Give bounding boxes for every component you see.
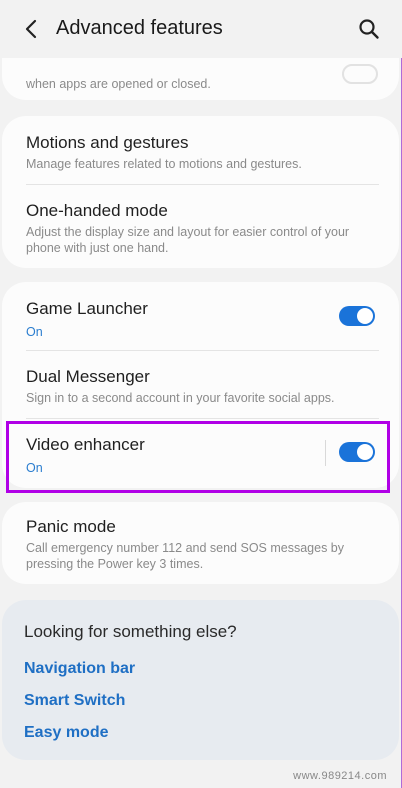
game-launcher-toggle[interactable] (339, 306, 375, 326)
divider (26, 184, 379, 185)
status-text: On (26, 325, 43, 339)
page-title: Advanced features (56, 17, 223, 39)
item-desc: Call emergency number 112 and send SOS m… (26, 541, 344, 571)
search-icon[interactable] (358, 18, 380, 40)
list-item-one-handed[interactable]: One-handed mode Adjust the display size … (26, 200, 375, 256)
toggle-knob (357, 308, 373, 324)
partial-setting-item[interactable]: when apps are opened or closed. (26, 74, 375, 92)
item-title: Motions and gestures (26, 133, 189, 152)
list-item-motions[interactable]: Motions and gestures Manage features rel… (26, 132, 375, 172)
suggestions-title: Looking for something else? (24, 622, 237, 641)
list-item-game-launcher[interactable]: Game Launcher On (26, 298, 319, 340)
watermark: www.989214.com (293, 770, 387, 782)
link-navigation-bar[interactable]: Navigation bar (24, 660, 135, 678)
item-title: Panic mode (26, 517, 116, 536)
back-arrow-icon[interactable] (20, 18, 44, 40)
settings-card-panic: Panic mode Call emergency number 112 and… (2, 502, 399, 584)
item-desc: Manage features related to motions and g… (26, 157, 302, 171)
item-title: Game Launcher (26, 299, 148, 318)
settings-card-gestures: Motions and gestures Manage features rel… (2, 116, 399, 268)
item-desc: Sign in to a second account in your favo… (26, 391, 335, 405)
link-easy-mode[interactable]: Easy mode (24, 724, 108, 742)
partial-toggle[interactable] (342, 64, 378, 84)
list-item-dual-messenger[interactable]: Dual Messenger Sign in to a second accou… (26, 366, 375, 406)
app-bar: Advanced features (0, 0, 402, 58)
item-title: One-handed mode (26, 201, 168, 220)
item-desc: Adjust the display size and layout for e… (26, 225, 350, 255)
list-item-panic-mode[interactable]: Panic mode Call emergency number 112 and… (26, 516, 375, 572)
divider (26, 418, 379, 419)
highlight-box (6, 421, 390, 493)
suggestions-card: Looking for something else? Navigation b… (2, 600, 399, 760)
partial-setting-desc: when apps are opened or closed. (26, 77, 211, 91)
divider (26, 350, 379, 351)
item-title: Dual Messenger (26, 367, 150, 386)
link-smart-switch[interactable]: Smart Switch (24, 692, 125, 710)
